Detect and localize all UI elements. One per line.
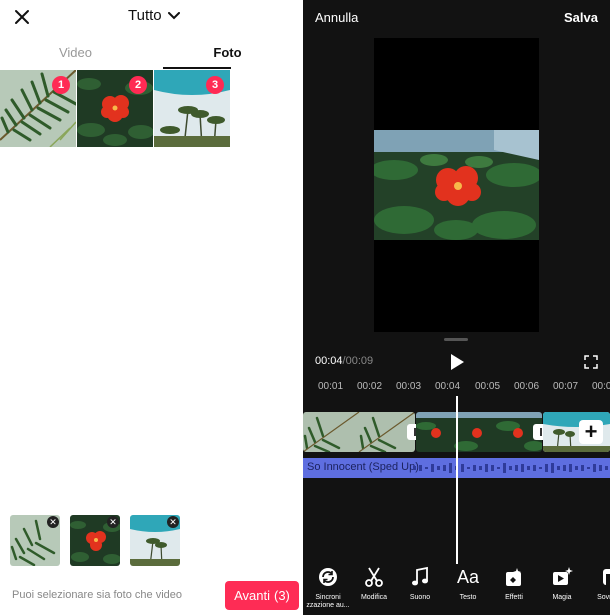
tab-foto[interactable]: Foto — [152, 38, 303, 68]
video-editor-panel: Annulla Salva 00:04/00:09 00:01 00:02 00… — [303, 0, 610, 615]
chevron-down-icon — [167, 11, 180, 19]
tool-effects-label: Effetti — [505, 594, 523, 601]
selection-hint: Puoi selezionare sia foto che video — [12, 589, 182, 601]
tool-overlay[interactable]: Sovrim — [585, 566, 610, 602]
ruler-tick: 00:07 — [553, 381, 579, 392]
next-button[interactable]: Avanti (3) — [225, 581, 299, 610]
album-selector-label: Tutto — [128, 7, 162, 24]
ruler-tick: 00:06 — [514, 381, 540, 392]
tool-effects[interactable]: Effetti — [491, 566, 537, 602]
audio-track-title: So Innocent (Sped Up) — [307, 461, 419, 473]
tool-overlay-label: Sovrim — [597, 594, 610, 601]
tool-text[interactable]: Aa Testo — [445, 566, 491, 602]
tool-magic-label: Magia — [552, 594, 572, 601]
text-icon: Aa — [456, 567, 480, 587]
total-time: /00:09 — [342, 355, 374, 367]
play-icon[interactable] — [449, 353, 465, 371]
next-button-count: (3) — [274, 588, 290, 603]
fullscreen-icon[interactable] — [584, 355, 598, 369]
tool-sync-label: Sincroni zzazione au... — [306, 594, 350, 609]
photo-thumb-palm-leaves[interactable]: 1 — [0, 70, 76, 147]
ruler-tick: 00:05 — [475, 381, 501, 392]
video-preview[interactable] — [374, 38, 539, 332]
tool-text-label: Testo — [459, 594, 477, 601]
audio-waveform — [413, 463, 608, 473]
editor-toolbar: Sincroni zzazione au... Modifica Suono A… — [303, 566, 610, 615]
active-tab-indicator — [163, 67, 231, 69]
remove-icon[interactable]: ✕ — [107, 516, 119, 528]
ruler-tick: 00:01 — [318, 381, 344, 392]
add-clip-button[interactable]: + — [579, 420, 603, 444]
selected-item-palm-leaves[interactable]: ✕ — [10, 515, 60, 566]
photo-thumb-beach-palms[interactable]: 3 — [154, 70, 230, 147]
selected-item-beach-palms[interactable]: ✕ — [130, 515, 180, 566]
tool-sound-label: Suono — [409, 594, 431, 601]
media-type-tabs: Video Foto — [0, 38, 303, 68]
remove-icon[interactable]: ✕ — [47, 516, 59, 528]
picker-header: Tutto — [0, 0, 303, 34]
magic-icon — [553, 567, 573, 585]
photo-grid: 1 2 3 — [0, 70, 230, 147]
remove-icon[interactable]: ✕ — [167, 516, 179, 528]
media-picker-panel: Tutto Video Foto 1 2 3 ✕ ✕ ✕ Puoi selezi… — [0, 0, 303, 615]
selected-media-tray: ✕ ✕ ✕ — [10, 515, 180, 566]
overlay-icon — [603, 569, 610, 585]
current-time: 00:04 — [315, 355, 343, 367]
selected-item-red-hibiscus[interactable]: ✕ — [70, 515, 120, 566]
ruler-tick: 00:04 — [435, 381, 461, 392]
album-selector[interactable]: Tutto — [128, 7, 180, 24]
timeline-ruler: 00:01 00:02 00:03 00:04 00:05 00:06 00:0… — [303, 381, 610, 395]
selection-order-badge: 2 — [129, 76, 147, 94]
scissors-icon — [365, 567, 383, 587]
close-icon[interactable] — [12, 7, 32, 27]
tool-edit[interactable]: Modifica — [351, 566, 397, 602]
tool-edit-label: Modifica — [360, 594, 388, 601]
ruler-tick: 00:0 — [592, 381, 610, 392]
selection-order-badge: 3 — [206, 76, 224, 94]
tool-sync[interactable]: Sincroni zzazione au... — [305, 566, 351, 610]
selection-order-badge: 1 — [52, 76, 70, 94]
photo-thumb-red-hibiscus[interactable]: 2 — [77, 70, 153, 147]
save-button[interactable]: Salva — [564, 10, 598, 25]
ruler-tick: 00:03 — [396, 381, 422, 392]
video-clip-palm-leaves[interactable] — [303, 412, 415, 452]
preview-drag-handle[interactable] — [444, 338, 468, 341]
tab-video[interactable]: Video — [0, 38, 151, 68]
effects-icon — [506, 568, 521, 586]
next-button-label: Avanti — [234, 588, 270, 603]
cancel-button[interactable]: Annulla — [315, 10, 358, 25]
sync-icon — [319, 568, 337, 586]
playback-time: 00:04/00:09 — [315, 355, 373, 367]
tool-magic[interactable]: Magia — [539, 566, 585, 602]
timeline-playhead[interactable] — [456, 396, 458, 564]
tool-sound[interactable]: Suono — [397, 566, 443, 602]
video-clip-red-hibiscus[interactable] — [416, 412, 542, 452]
music-note-icon — [412, 566, 428, 586]
ruler-tick: 00:02 — [357, 381, 383, 392]
preview-frame-hibiscus — [374, 130, 539, 240]
